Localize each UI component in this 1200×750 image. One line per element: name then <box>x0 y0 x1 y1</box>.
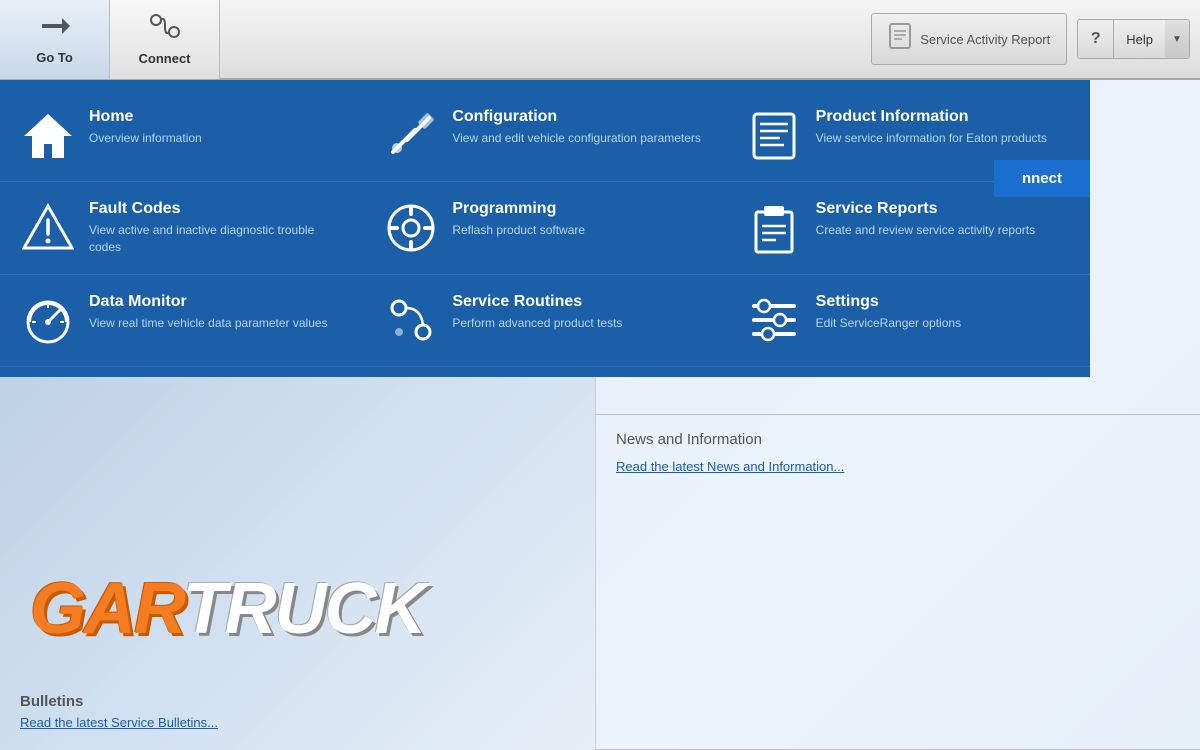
menu-item-programming[interactable]: Programming Reflash product software <box>363 182 726 275</box>
data-monitor-desc: View real time vehicle data parameter va… <box>89 315 328 332</box>
bulletins-link[interactable]: Read the latest Service Bulletins... <box>20 715 218 730</box>
service-reports-desc: Create and review service activity repor… <box>816 222 1035 239</box>
settings-icon <box>747 293 802 348</box>
product-info-desc: View service information for Eaton produ… <box>816 130 1047 147</box>
menu-item-service-routines[interactable]: Service Routines Perform advanced produc… <box>363 275 726 367</box>
fault-codes-desc: View active and inactive diagnostic trou… <box>89 222 343 256</box>
service-reports-icon <box>747 200 802 255</box>
service-reports-title: Service Reports <box>816 200 1035 218</box>
product-info-icon <box>747 108 802 163</box>
settings-title: Settings <box>816 293 961 311</box>
help-question-icon: ? <box>1078 19 1114 59</box>
settings-desc: Edit ServiceRanger options <box>816 315 961 332</box>
service-routines-title: Service Routines <box>452 293 622 311</box>
news-link[interactable]: Read the latest News and Information... <box>616 459 844 474</box>
menu-item-settings[interactable]: Settings Edit ServiceRanger options <box>727 275 1090 367</box>
service-bulletins-section: Bulletins Read the latest Service Bullet… <box>20 693 218 730</box>
help-label: Help <box>1114 19 1165 59</box>
menu-grid: Home Overview information Configuration … <box>0 90 1090 367</box>
goto-label: Go To <box>36 50 73 65</box>
logo-truck: TRUCK <box>183 569 425 649</box>
connect-active-label: nnect <box>1022 170 1062 187</box>
news-section: News and Information Read the latest New… <box>595 415 1200 750</box>
service-report-label: Service Activity Report <box>920 32 1050 47</box>
news-title: News and Information <box>616 431 1180 448</box>
service-routines-desc: Perform advanced product tests <box>452 315 622 332</box>
connect-button[interactable]: Connect <box>110 0 220 79</box>
gartruck-logo: GARTRUCK <box>30 568 425 650</box>
document-icon <box>888 22 912 56</box>
configuration-title: Configuration <box>452 108 701 126</box>
menu-item-home[interactable]: Home Overview information <box>0 90 363 182</box>
home-icon <box>20 108 75 163</box>
goto-icon <box>40 13 70 46</box>
goto-button[interactable]: Go To <box>0 0 110 79</box>
connect-icon <box>148 12 182 47</box>
service-activity-report-button[interactable]: Service Activity Report <box>871 13 1067 65</box>
goto-dropdown-menu: Home Overview information Configuration … <box>0 80 1090 377</box>
menu-item-data-monitor[interactable]: Data Monitor View real time vehicle data… <box>0 275 363 367</box>
programming-desc: Reflash product software <box>452 222 585 239</box>
help-dropdown-arrow[interactable]: ▼ <box>1165 19 1189 59</box>
product-info-title: Product Information <box>816 108 1047 126</box>
connect-active-button[interactable]: nnect <box>994 160 1090 197</box>
data-monitor-title: Data Monitor <box>89 293 328 311</box>
connect-label: Connect <box>139 51 191 66</box>
home-desc: Overview information <box>89 130 202 147</box>
help-button[interactable]: ? Help ▼ <box>1077 19 1190 59</box>
home-title: Home <box>89 108 202 126</box>
data-monitor-icon <box>20 293 75 348</box>
menu-item-configuration[interactable]: Configuration View and edit vehicle conf… <box>363 90 726 182</box>
configuration-desc: View and edit vehicle configuration para… <box>452 130 701 147</box>
fault-codes-icon <box>20 200 75 255</box>
toolbar: Go To Connect Service Activity Report ? … <box>0 0 1200 80</box>
bulletins-title-label: Bulletins <box>20 693 218 710</box>
programming-title: Programming <box>452 200 585 218</box>
programming-icon <box>383 200 438 255</box>
fault-codes-title: Fault Codes <box>89 200 343 218</box>
configuration-icon <box>383 108 438 163</box>
menu-item-fault-codes[interactable]: Fault Codes View active and inactive dia… <box>0 182 363 275</box>
logo-gar: GAR <box>30 569 183 649</box>
service-routines-icon <box>383 293 438 348</box>
